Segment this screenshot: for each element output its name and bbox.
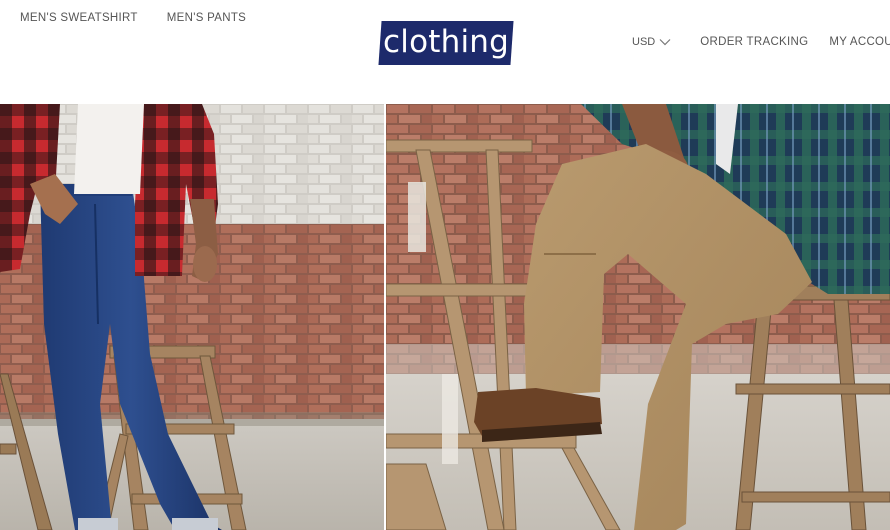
man-in-khaki-pants-image: [386, 104, 890, 530]
nav-mens-pants[interactable]: MEN'S PANTS: [167, 12, 246, 24]
currency-selector[interactable]: USD: [632, 36, 671, 48]
secondary-nav: USD ORDER TRACKING MY ACCOUNT: [632, 36, 890, 48]
hero-image-right[interactable]: [386, 104, 890, 530]
primary-nav: MEN'S SWEATSHIRT MEN'S PANTS: [20, 12, 246, 24]
nav-order-tracking[interactable]: ORDER TRACKING: [700, 36, 808, 48]
chevron-down-icon: [659, 39, 671, 46]
hero-image-left[interactable]: [0, 104, 384, 530]
site-logo[interactable]: clothing: [378, 21, 514, 65]
hero-banner[interactable]: [0, 104, 890, 530]
nav-mens-sweatshirt[interactable]: MEN'S SWEATSHIRT: [20, 12, 138, 24]
currency-label: USD: [632, 36, 656, 48]
logo-text: clothing: [383, 23, 510, 60]
man-in-plaid-and-jeans-image: [0, 104, 384, 530]
site-header: MEN'S SWEATSHIRT MEN'S PANTS clothing US…: [0, 0, 890, 104]
nav-my-account[interactable]: MY ACCOUNT: [829, 36, 890, 48]
